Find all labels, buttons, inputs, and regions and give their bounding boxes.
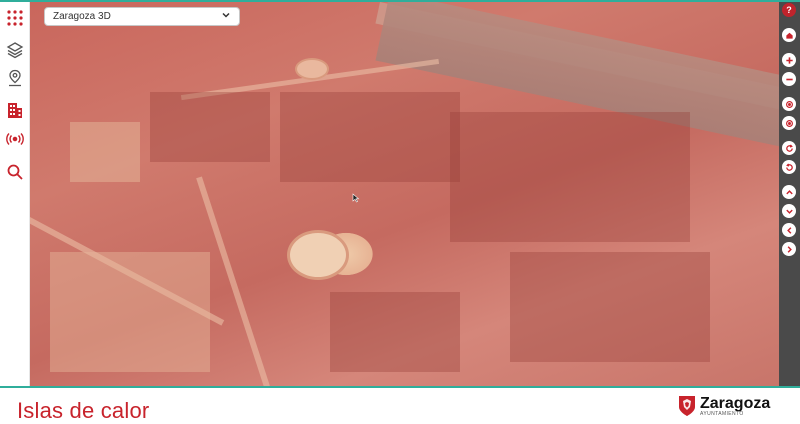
roundabout xyxy=(295,58,329,80)
plus-icon xyxy=(785,56,793,64)
chevron-up-icon xyxy=(785,189,793,194)
apps-grid-icon[interactable] xyxy=(2,5,27,30)
navigation-toolbar: ? xyxy=(779,2,800,386)
rotate-ccw-button[interactable] xyxy=(782,160,796,174)
target-icon xyxy=(785,119,793,127)
coat-of-arms-icon xyxy=(679,396,695,416)
tilt-up-button[interactable] xyxy=(782,97,796,111)
mouse-cursor-icon xyxy=(352,193,360,203)
bullring xyxy=(287,230,349,280)
zoom-out-button[interactable] xyxy=(782,72,796,86)
city-block xyxy=(50,252,210,372)
home-button[interactable] xyxy=(782,28,796,42)
zoom-in-button[interactable] xyxy=(782,53,796,67)
city-block xyxy=(150,92,270,162)
pan-left-button[interactable] xyxy=(782,223,796,237)
pan-right-button[interactable] xyxy=(782,242,796,256)
help-button[interactable]: ? xyxy=(782,3,796,17)
map-3d-viewport[interactable] xyxy=(30,2,779,386)
layers-icon[interactable] xyxy=(2,37,27,62)
pan-up-button[interactable] xyxy=(782,185,796,199)
help-label: ? xyxy=(786,5,792,15)
city-block xyxy=(70,122,140,182)
building-icon[interactable] xyxy=(2,97,27,122)
page-title: Islas de calor xyxy=(17,398,150,423)
logo-name: Zaragoza xyxy=(700,394,771,412)
minus-icon xyxy=(785,78,793,80)
rotate-cw-button[interactable] xyxy=(782,141,796,155)
map-selector-dropdown[interactable]: Zaragoza 3D xyxy=(44,7,240,26)
city-block xyxy=(510,252,710,362)
app-window: Zaragoza 3D ? Islas de calor Zaragoza AY… xyxy=(0,0,800,423)
home-icon xyxy=(785,32,793,39)
tilt-down-button[interactable] xyxy=(782,116,796,130)
search-icon[interactable] xyxy=(2,159,27,184)
rotate-cw-icon xyxy=(785,143,793,152)
left-sidebar xyxy=(0,2,30,386)
rotate-ccw-icon xyxy=(785,162,793,171)
chevron-right-icon xyxy=(787,245,792,253)
pan-down-button[interactable] xyxy=(782,204,796,218)
map-selector-value: Zaragoza 3D xyxy=(53,11,111,22)
zaragoza-logo[interactable]: Zaragoza AYUNTAMIENTO xyxy=(678,393,788,419)
city-block xyxy=(450,112,690,242)
chevron-down-icon xyxy=(785,209,793,214)
location-icon[interactable] xyxy=(2,65,27,90)
chevron-left-icon xyxy=(786,226,791,234)
target-icon xyxy=(785,100,793,108)
footer-bar: Islas de calor Zaragoza AYUNTAMIENTO xyxy=(0,386,800,423)
city-block xyxy=(280,92,460,182)
chevron-down-icon xyxy=(221,10,231,23)
broadcast-icon[interactable] xyxy=(2,126,27,151)
logo-text: Zaragoza AYUNTAMIENTO xyxy=(700,394,771,417)
city-block xyxy=(330,292,460,372)
logo-subtitle: AYUNTAMIENTO xyxy=(700,410,744,417)
